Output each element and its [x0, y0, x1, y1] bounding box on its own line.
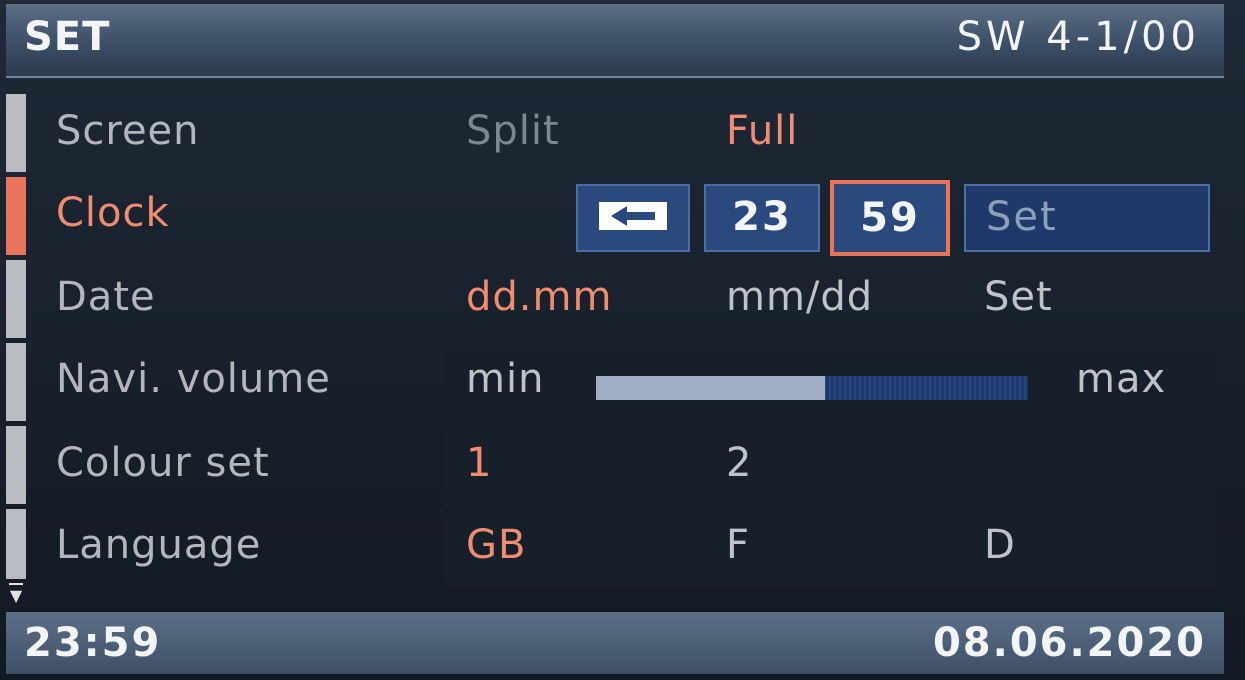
colour-panel [445, 430, 1215, 508]
option-colour-1[interactable]: 1 [466, 440, 492, 486]
volume-max-label: max [1076, 356, 1167, 402]
volume-slider[interactable] [596, 376, 1028, 400]
row-label-clock[interactable]: Clock [56, 190, 170, 236]
row-label-screen[interactable]: Screen [56, 108, 200, 154]
row-indicator-colour [6, 426, 26, 504]
row-label-navi-volume[interactable]: Navi. volume [56, 356, 331, 402]
row-label-language[interactable]: Language [56, 522, 261, 568]
status-bar: 23:59 08.06.2020 [6, 612, 1224, 674]
software-version: SW 4-1/00 [956, 14, 1200, 60]
clock-hour-field[interactable]: 23 [704, 184, 820, 252]
back-arrow-icon [599, 202, 667, 230]
language-panel [445, 512, 1215, 586]
clock-back-button[interactable] [576, 184, 690, 252]
option-colour-2[interactable]: 2 [726, 440, 752, 486]
row-indicator-language [6, 509, 26, 579]
clock-set-button[interactable]: Set [964, 184, 1210, 252]
row-label-colour-set[interactable]: Colour set [56, 440, 270, 486]
volume-min-label: min [466, 356, 545, 402]
page-title: SET [24, 14, 111, 60]
clock-minute-field[interactable]: 59 [830, 180, 950, 256]
row-indicator-date [6, 260, 26, 338]
scroll-down-icon: ▼ [8, 582, 24, 605]
status-time: 23:59 [24, 620, 162, 666]
volume-slider-fill [596, 376, 825, 400]
option-language-f[interactable]: F [726, 522, 750, 568]
title-bar: SET SW 4-1/00 [6, 4, 1224, 78]
status-date: 08.06.2020 [932, 620, 1206, 666]
row-indicator-clock [6, 177, 26, 255]
option-language-gb[interactable]: GB [466, 522, 526, 568]
row-indicator-volume [6, 343, 26, 421]
option-full[interactable]: Full [726, 108, 798, 154]
date-set-button[interactable]: Set [984, 274, 1053, 320]
settings-screen: SET SW 4-1/00 ▼ Screen Split Full Clock … [0, 0, 1245, 680]
option-language-d[interactable]: D [984, 522, 1016, 568]
row-label-date[interactable]: Date [56, 274, 156, 320]
option-mm-dd[interactable]: mm/dd [726, 274, 873, 320]
row-indicator-screen [6, 94, 26, 172]
option-split[interactable]: Split [466, 108, 560, 154]
option-dd-mm[interactable]: dd.mm [466, 274, 612, 320]
